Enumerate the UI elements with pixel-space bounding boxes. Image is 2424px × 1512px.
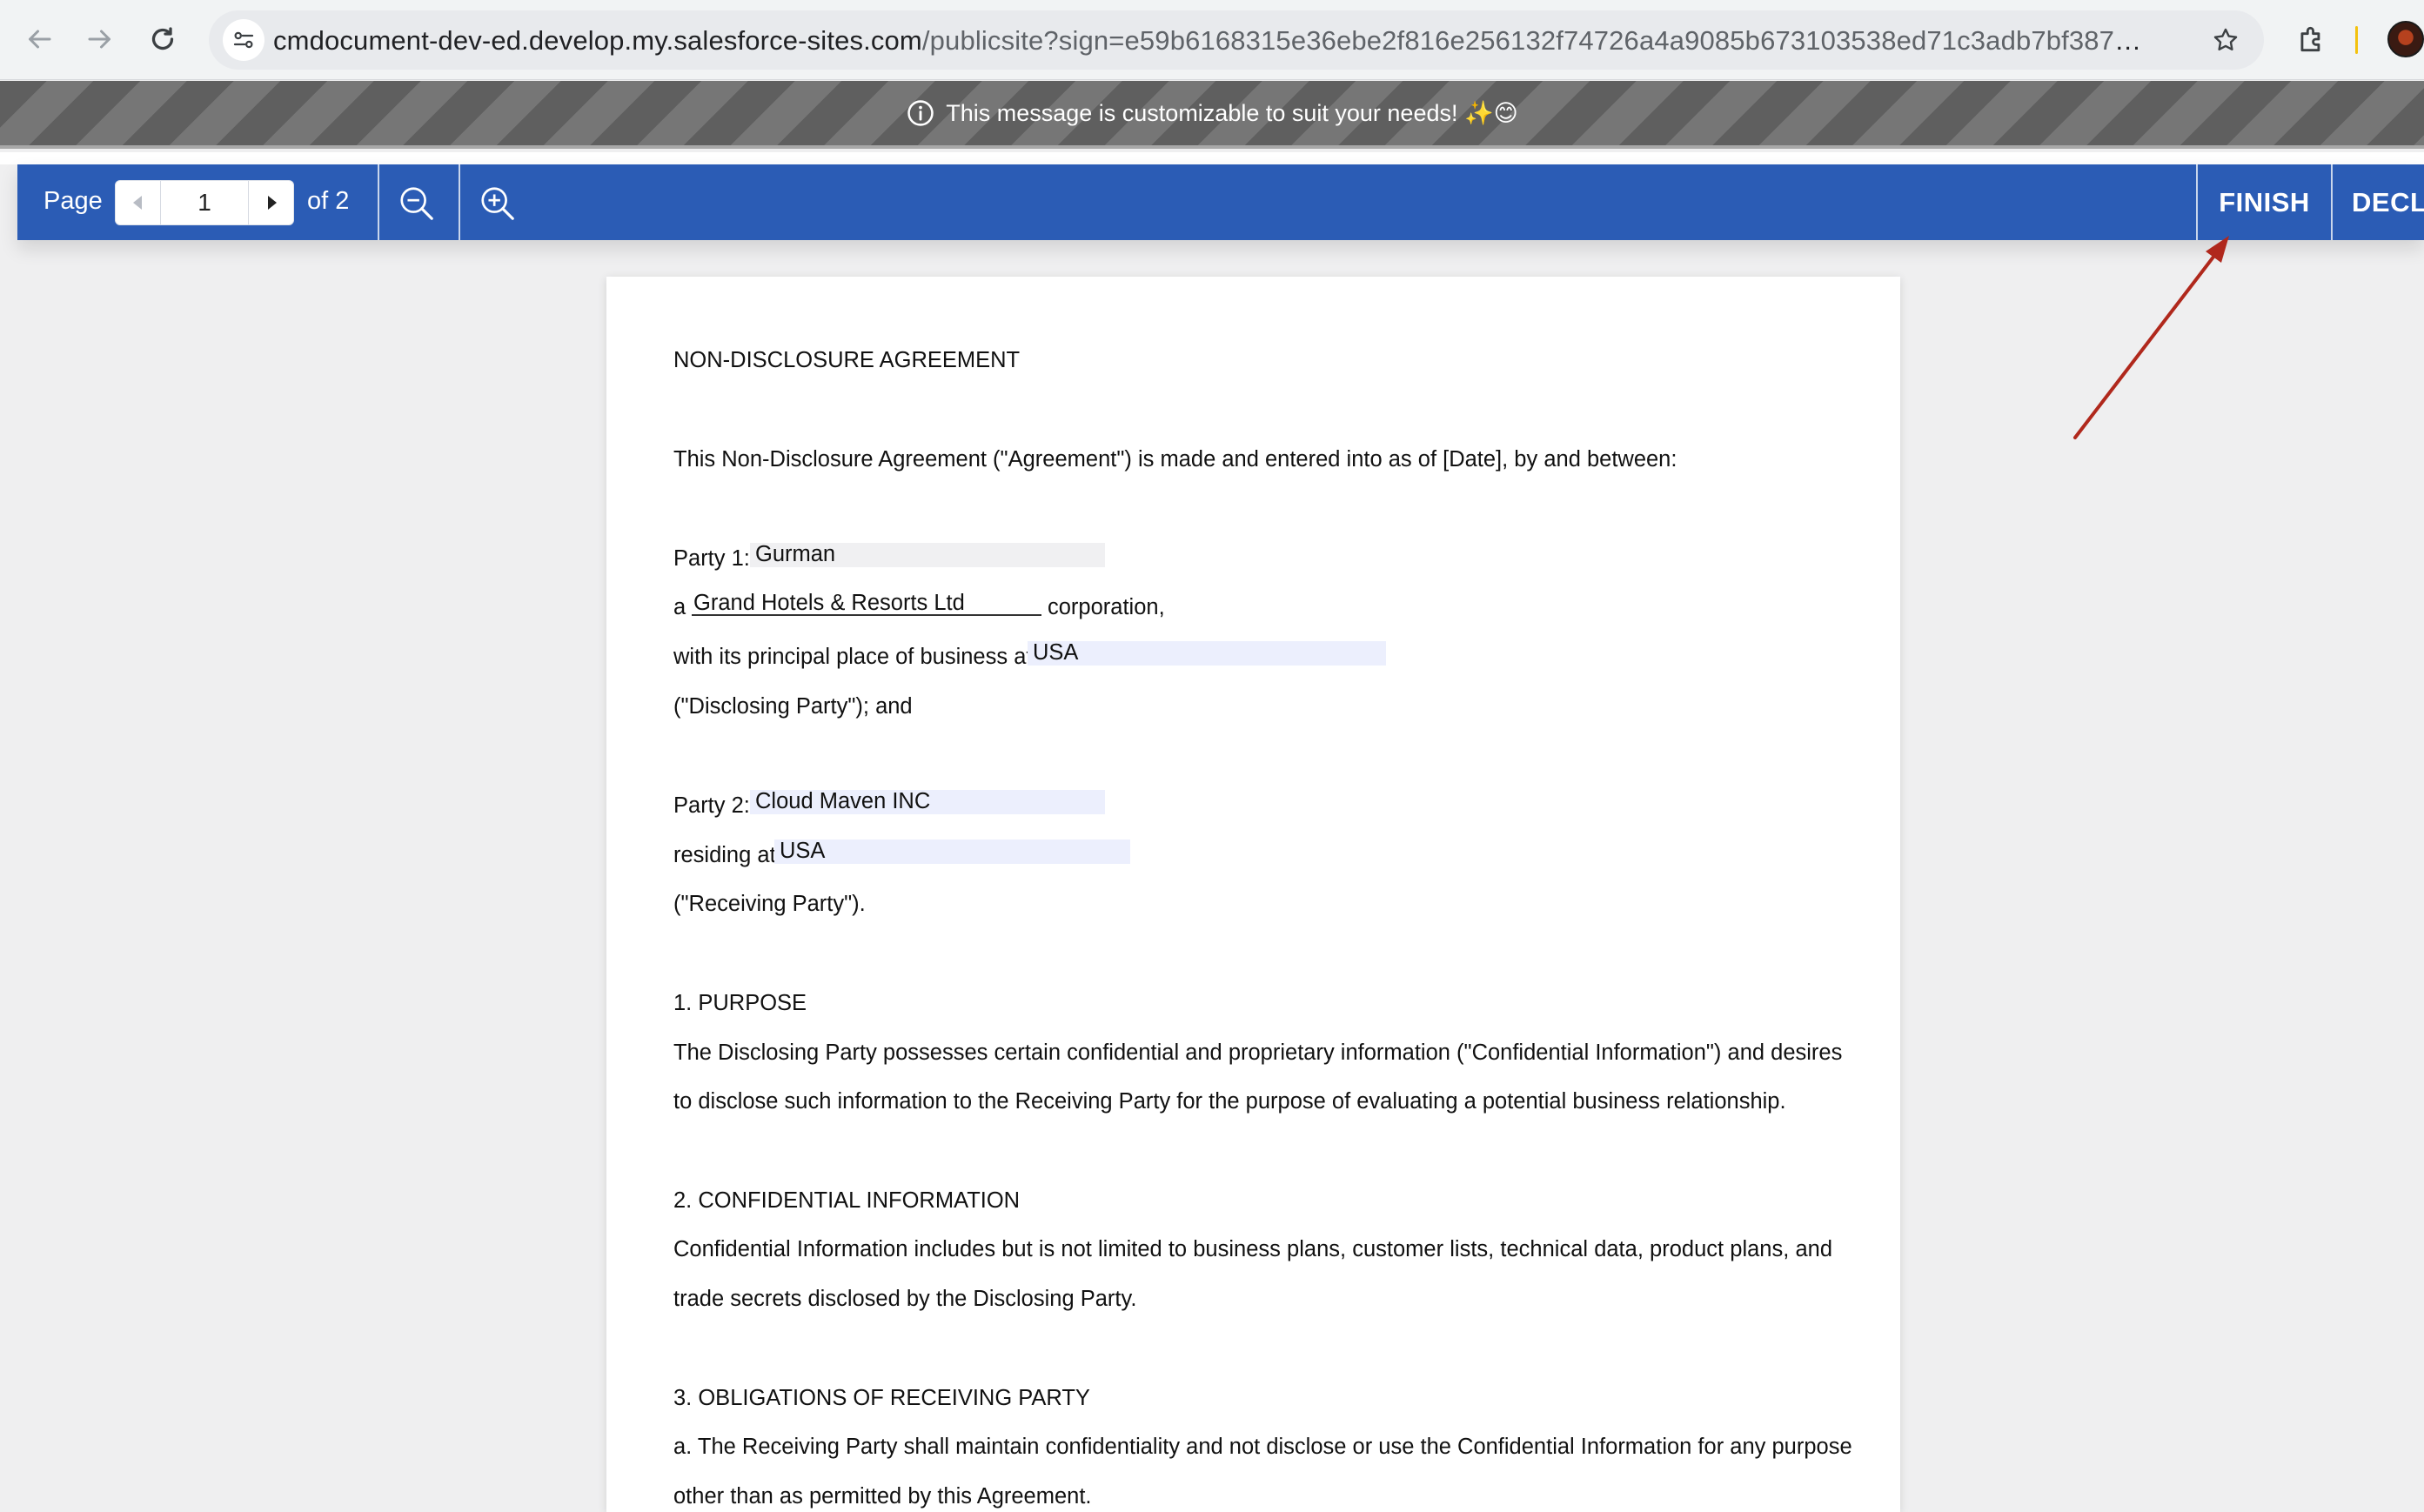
banner-message: This message is customizable to suit you… bbox=[946, 100, 1518, 126]
section2-heading: 2. CONFIDENTIAL INFORMATION bbox=[673, 1188, 1021, 1213]
party2-residing-label: residing at bbox=[673, 843, 776, 867]
section2-line: Confidential Information includes but is… bbox=[673, 1237, 1832, 1261]
zoom-in-icon bbox=[481, 187, 514, 220]
caret-right-icon bbox=[267, 196, 277, 210]
back-button[interactable] bbox=[19, 19, 59, 59]
party1-company-field[interactable]: Grand Hotels & Resorts Ltd bbox=[692, 592, 1041, 616]
section2-line: trade secrets disclosed by the Disclosin… bbox=[673, 1287, 1137, 1311]
party2-name-field[interactable]: Cloud Maven INC bbox=[750, 790, 1105, 814]
viewer-top-strip bbox=[0, 152, 2424, 164]
forward-arrow-icon bbox=[88, 30, 110, 49]
party1-place-label: with its principal place of business at bbox=[673, 645, 1033, 669]
toolbar-divider bbox=[378, 164, 379, 240]
document-toolbar: Page of 2 FINISH DECLINE bbox=[17, 164, 2424, 240]
toolbar-divider bbox=[459, 164, 460, 240]
page-number-input[interactable] bbox=[161, 181, 248, 224]
section3-heading: 3. OBLIGATIONS OF RECEIVING PARTY bbox=[673, 1386, 1090, 1410]
forward-button[interactable] bbox=[80, 19, 120, 59]
page-count: of 2 bbox=[307, 187, 350, 215]
url-host: cmdocument-dev-ed.develop.my.salesforce-… bbox=[273, 25, 922, 56]
zoom-out-icon bbox=[400, 187, 433, 220]
section3-line: other than as permitted by this Agreemen… bbox=[673, 1484, 1092, 1509]
profile-avatar[interactable] bbox=[2387, 21, 2424, 57]
party1-corporation-text: corporation, bbox=[1048, 595, 1165, 619]
browser-toolbar: cmdocument-dev-ed.develop.my.salesforce-… bbox=[0, 0, 2424, 80]
caret-left-icon bbox=[132, 196, 142, 210]
info-icon bbox=[907, 100, 934, 126]
section1-line: The Disclosing Party possesses certain c… bbox=[673, 1040, 1843, 1065]
message-banner: This message is customizable to suit you… bbox=[0, 81, 2424, 149]
url-path: /publicsite?sign=e59b6168315e36ebe2f816e… bbox=[921, 25, 2144, 56]
decline-button[interactable]: DECLINE bbox=[2333, 164, 2424, 240]
document-title: NON-DISCLOSURE AGREEMENT bbox=[673, 348, 1021, 372]
toolbar-separator bbox=[2355, 26, 2358, 54]
site-settings-button[interactable] bbox=[223, 19, 264, 61]
party2-role: ("Receiving Party"). bbox=[673, 892, 866, 916]
next-page-button[interactable] bbox=[248, 181, 293, 224]
section3-line: a. The Receiving Party shall maintain co… bbox=[673, 1435, 1852, 1459]
reload-icon bbox=[151, 27, 174, 50]
puzzle-icon bbox=[2300, 26, 2320, 52]
party2-place-field[interactable]: USA bbox=[774, 840, 1130, 864]
section1-heading: 1. PURPOSE bbox=[673, 991, 807, 1015]
star-icon bbox=[2213, 28, 2238, 50]
reload-button[interactable] bbox=[143, 19, 183, 59]
annotation-arrow-shaft bbox=[2073, 251, 2219, 439]
previous-page-button[interactable] bbox=[116, 181, 161, 224]
page-navigator bbox=[115, 180, 294, 225]
party1-article: a bbox=[673, 595, 686, 619]
party1-role: ("Disclosing Party"); and bbox=[673, 694, 913, 719]
intro-paragraph: This Non-Disclosure Agreement ("Agreemen… bbox=[673, 447, 1677, 472]
page-label: Page bbox=[44, 187, 103, 215]
zoom-in-button[interactable] bbox=[474, 180, 521, 227]
finish-button[interactable]: FINISH bbox=[2198, 164, 2331, 240]
bookmark-button[interactable] bbox=[2205, 19, 2247, 61]
document-page: NON-DISCLOSURE AGREEMENT This Non-Disclo… bbox=[606, 277, 1900, 1512]
party1-name-field[interactable]: Gurman bbox=[750, 543, 1105, 567]
extensions-button[interactable] bbox=[2292, 19, 2332, 59]
party2-label: Party 2: bbox=[673, 793, 750, 818]
tune-icon bbox=[233, 31, 254, 49]
address-bar[interactable]: cmdocument-dev-ed.develop.my.salesforce-… bbox=[209, 10, 2264, 70]
back-arrow-icon bbox=[29, 30, 51, 49]
party1-place-field[interactable]: USA bbox=[1028, 641, 1386, 666]
url-text[interactable]: cmdocument-dev-ed.develop.my.salesforce-… bbox=[273, 25, 2144, 57]
zoom-out-button[interactable] bbox=[393, 180, 440, 227]
party1-label: Party 1: bbox=[673, 546, 750, 571]
section1-line: to disclose such information to the Rece… bbox=[673, 1089, 1786, 1114]
